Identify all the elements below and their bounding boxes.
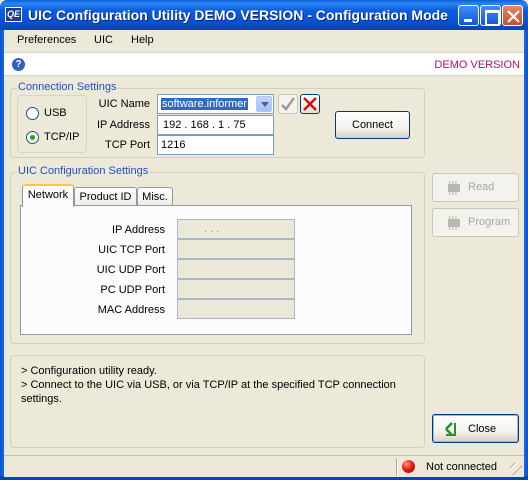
net-ip-input: . . . [177,219,295,239]
connection-type-group [17,95,87,153]
net-pc-udp-port-label: PC UDP Port [100,284,165,296]
red-x-icon [303,97,317,111]
delete-name-button[interactable] [300,94,320,114]
menu-bar: Preferences UIC Help [4,30,524,52]
window-title: UIC Configuration Utility DEMO VERSION -… [28,7,448,23]
tab-misc[interactable]: Misc. [137,187,173,207]
checkmark-icon [281,97,295,111]
tcpip-radio[interactable] [26,131,39,144]
read-button-label: Read [468,181,495,193]
menu-help[interactable]: Help [131,34,154,46]
net-mac-label: MAC Address [97,304,165,316]
connection-status-text: Not connected [426,461,497,473]
log-line-2: > Connect to the UIC via USB, or via TCP… [21,379,396,391]
read-chip-icon [448,181,460,195]
ip-address-input[interactable]: 192 . 168 . 1 . 75 [157,115,274,135]
usb-radio-label[interactable]: USB [44,107,67,119]
chevron-down-icon[interactable] [256,96,272,112]
close-window-button[interactable] [502,5,523,26]
tcp-port-label: TCP Port [104,139,150,151]
exit-arrow-icon [445,422,456,436]
net-udp-port-input [177,259,295,279]
window-frame-right [524,30,528,480]
close-button[interactable]: Close [432,414,519,443]
net-ip-label: IP Address [112,224,165,236]
status-bar: Not connected [4,455,524,477]
app-icon: QE [5,7,22,22]
log-line-3: settings. [21,393,62,405]
demo-version-label: DEMO VERSION [434,59,520,71]
menu-uic[interactable]: UIC [94,34,113,46]
net-udp-port-label: UIC UDP Port [96,264,165,276]
log-area: > Configuration utility ready. > Connect… [10,355,425,448]
program-chip-icon [448,216,460,230]
close-icon [507,10,520,23]
status-led-icon [402,460,415,473]
net-tcp-port-input [177,239,295,259]
help-icon[interactable]: ? [12,58,25,71]
maximize-button[interactable] [480,5,501,26]
usb-radio[interactable] [26,107,39,120]
uic-name-value: software.informer [161,98,248,110]
window-frame-left [0,30,4,480]
net-tcp-port-label: UIC TCP Port [98,244,165,256]
tab-network[interactable]: Network [22,184,74,207]
program-button[interactable]: Program [432,208,519,237]
net-mac-input [177,299,295,319]
title-bar[interactable]: QE UIC Configuration Utility DEMO VERSIO… [0,0,528,30]
uic-name-label: UIC Name [98,98,150,110]
tab-product-id[interactable]: Product ID [74,187,137,207]
connection-settings-title: Connection Settings [17,81,118,93]
status-separator [396,458,397,476]
close-button-label: Close [468,423,497,435]
ip-address-label: IP Address [97,119,150,131]
menu-preferences[interactable]: Preferences [17,34,76,46]
connect-button[interactable]: Connect [335,111,410,139]
tcp-port-input[interactable]: 1216 [157,135,274,155]
confirm-name-button[interactable] [278,94,298,114]
uic-name-combobox[interactable]: software.informer [157,94,274,114]
ip-dot-separators: . . . [204,223,220,235]
toolbar: ? DEMO VERSION [4,52,524,76]
uic-config-title: UIC Configuration Settings [17,165,150,177]
minimize-button[interactable] [458,5,479,26]
read-button[interactable]: Read [432,173,519,202]
resize-grip[interactable] [510,463,522,475]
log-line-1: > Configuration utility ready. [21,365,157,377]
net-pc-udp-port-input [177,279,295,299]
program-button-label: Program [468,216,511,228]
tcpip-radio-label[interactable]: TCP/IP [44,131,79,143]
